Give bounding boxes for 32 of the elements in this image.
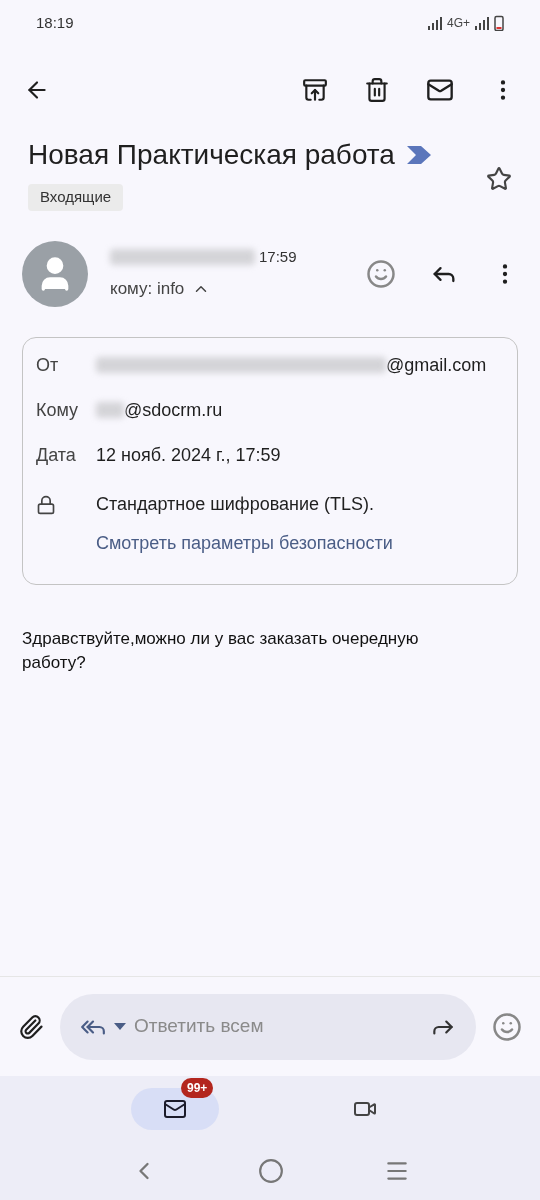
reply-input[interactable]: Ответить всем [134, 1012, 422, 1041]
detail-label: От [36, 353, 60, 377]
emoji-icon[interactable] [492, 1011, 522, 1042]
recipients-toggle[interactable]: кому: info [110, 276, 366, 302]
attach-icon[interactable] [18, 1013, 44, 1040]
detail-label: Кому [36, 398, 80, 422]
star-icon[interactable] [486, 166, 512, 192]
importance-marker-icon [406, 146, 431, 164]
security-link[interactable]: Смотреть параметры безопасности [96, 529, 393, 557]
signal-icon [474, 16, 490, 30]
label-chip[interactable]: Входящие [28, 184, 124, 211]
delete-icon[interactable] [364, 77, 390, 103]
email-body: Здравствуйте,можно ли у вас заказать очередную работу? [22, 627, 420, 674]
mail-icon [163, 1097, 187, 1121]
dropdown-icon[interactable] [114, 1022, 126, 1031]
detail-value: 12 нояб. 2024 г., 17:59 [96, 443, 281, 467]
battery-icon [494, 15, 504, 31]
detail-label: Дата [36, 443, 77, 467]
email-subject: Новая Практическая работа [28, 138, 395, 172]
encryption-text: Стандартное шифрование (TLS). [96, 492, 376, 516]
network-type: 4G+ [447, 15, 470, 32]
signal-icon [427, 16, 443, 30]
home-icon[interactable] [258, 1158, 284, 1184]
archive-icon[interactable] [302, 77, 328, 103]
email-time: 17:59 [259, 246, 297, 267]
unread-count: 99+ [181, 1078, 214, 1098]
detail-value: @gmail.com [386, 353, 487, 377]
detail-value: @sdocrm.ru [124, 398, 223, 422]
reply-field[interactable]: Ответить всем [60, 993, 476, 1060]
status-time: 18:19 [36, 12, 74, 33]
lock-icon [36, 494, 56, 515]
emoji-icon[interactable] [366, 258, 396, 289]
